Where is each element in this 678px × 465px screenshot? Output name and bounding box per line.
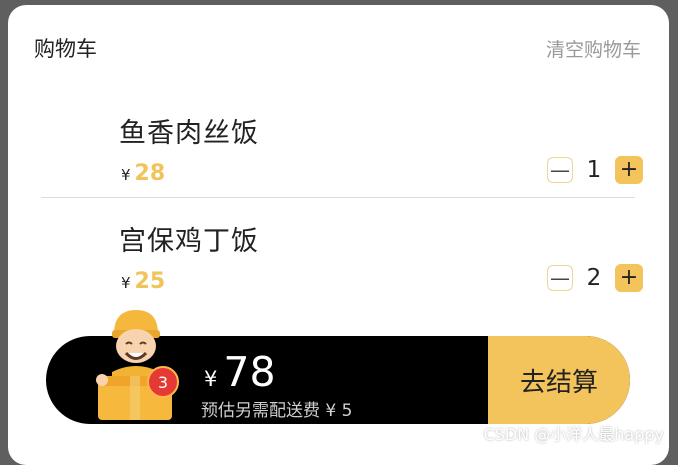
item-price: ¥28 bbox=[121, 161, 165, 186]
increase-button[interactable]: + bbox=[615, 156, 643, 184]
item-name: 宫保鸡丁饭 bbox=[119, 226, 259, 257]
cart-count-badge: 3 bbox=[147, 366, 179, 398]
currency-symbol: ¥ bbox=[121, 166, 131, 184]
price-value: 25 bbox=[134, 269, 166, 294]
cart-header: 购物车 清空购物车 bbox=[8, 5, 669, 91]
total-currency: ¥ bbox=[204, 367, 218, 391]
cart-item: 鱼香肉丝饭 ¥28 — 1 + bbox=[8, 111, 669, 217]
delivery-courier-icon[interactable] bbox=[90, 306, 182, 424]
item-name: 鱼香肉丝饭 bbox=[119, 118, 259, 149]
decrease-button[interactable]: — bbox=[547, 157, 573, 183]
cart-title: 购物车 bbox=[34, 37, 97, 61]
checkout-button[interactable]: 去结算 bbox=[488, 336, 630, 424]
increase-button[interactable]: + bbox=[615, 264, 643, 292]
quantity-stepper: — 2 + bbox=[547, 264, 643, 292]
price-value: 28 bbox=[134, 161, 166, 186]
quantity-value: 2 bbox=[586, 265, 602, 291]
delivery-fee-note: 预估另需配送费 ¥ 5 bbox=[201, 401, 353, 421]
divider bbox=[41, 197, 635, 198]
quantity-value: 1 bbox=[586, 157, 602, 183]
clear-cart-button[interactable]: 清空购物车 bbox=[546, 35, 641, 62]
watermark: CSDN @小洋人最happy bbox=[483, 425, 664, 444]
decrease-button[interactable]: — bbox=[547, 265, 573, 291]
total-amount: 78 bbox=[223, 348, 276, 396]
currency-symbol: ¥ bbox=[121, 274, 131, 292]
cart-total: ¥78 bbox=[204, 348, 276, 396]
quantity-stepper: — 1 + bbox=[547, 156, 643, 184]
item-price: ¥25 bbox=[121, 269, 165, 294]
